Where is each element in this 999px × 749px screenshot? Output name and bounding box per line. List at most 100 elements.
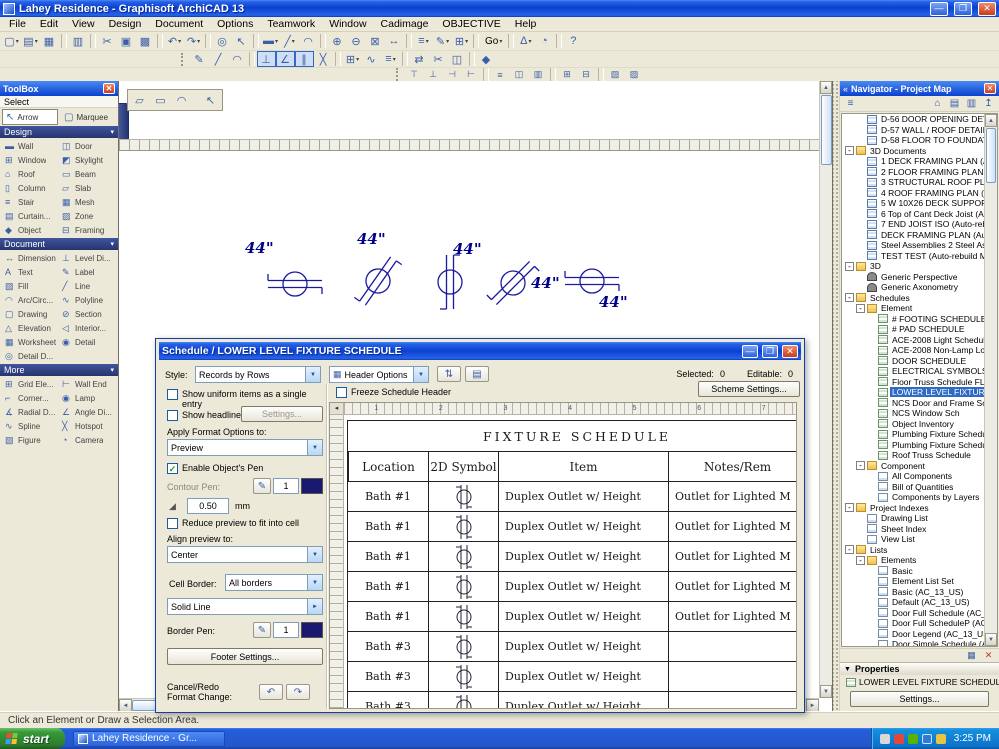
toolbox-tool[interactable]: ▨Zone (59, 209, 116, 223)
dialog-maximize-button[interactable]: ❐ (762, 345, 778, 358)
toolbox-tool[interactable]: ▭Beam (59, 167, 116, 181)
toolbox-tool[interactable]: ◩Skylight (59, 153, 116, 167)
toolbox-tool[interactable]: ▢Drawing (2, 307, 59, 321)
toolbox-tool[interactable]: ⊥Level Di... (59, 251, 116, 265)
maximize-button[interactable]: ❐ (954, 2, 972, 16)
toolbar-icon[interactable] (61, 34, 67, 48)
contour-pen-color-swatch[interactable] (301, 478, 323, 494)
arc-tool-icon[interactable]: ◠ (299, 33, 318, 49)
fill-icon[interactable]: ▨ (625, 69, 644, 81)
offset-icon[interactable]: ⇄ (410, 51, 429, 67)
style-select[interactable]: Records by Rows ▼ (195, 366, 321, 383)
tree-item[interactable]: Drawing List (842, 513, 984, 524)
tree-expander-icon[interactable]: - (856, 461, 865, 470)
toolbar-icon[interactable] (508, 34, 514, 48)
cut-icon[interactable]: ✂ (98, 33, 117, 49)
fit-in-window-icon[interactable]: ⊠ (366, 33, 385, 49)
grid-snap-icon[interactable]: ⊞▾ (452, 33, 471, 49)
border-pen-color-swatch[interactable] (301, 622, 323, 638)
toolbar-icon[interactable] (473, 34, 479, 48)
apply-format-select[interactable]: Preview ▼ (167, 439, 323, 456)
tree-item[interactable]: 5 W 10X26 DECK SUPPORT BEAM-TH (842, 198, 984, 209)
tree-item[interactable]: Steel Assemblies 2 Steel Assemblies (842, 240, 984, 251)
tree-item[interactable]: 6 Top of Cant Deck Joist (Auto-rebu (842, 209, 984, 220)
dialog-close-button[interactable]: ✕ (782, 345, 798, 358)
align-bottom-icon[interactable]: ⊥ (424, 69, 443, 81)
toolbox-tool[interactable]: ⊘Section (59, 307, 116, 321)
canvas-vertical-scrollbar[interactable]: ▲ ▼ (819, 81, 832, 698)
hatch-icon[interactable]: ▧ (606, 69, 625, 81)
freeze-header-checkbox[interactable]: Freeze Schedule Header (336, 387, 451, 398)
tree-item[interactable]: Door Simple Schedule (AC_13_ (842, 639, 984, 647)
toolbox-tool[interactable]: ▨Fill (2, 279, 59, 293)
toolbar-icon[interactable] (396, 68, 401, 81)
toolbox-tool[interactable]: △Elevation (2, 321, 59, 335)
new-tree-item-icon[interactable]: ▦ (964, 650, 979, 662)
tree-item[interactable]: - 3D (842, 261, 984, 272)
save-icon[interactable]: ▦ (40, 33, 59, 49)
print-preview-icon[interactable]: ▤ (465, 366, 489, 382)
toolbox-tool[interactable]: ▬Wall (2, 139, 59, 153)
dialog-title-bar[interactable]: Schedule / LOWER LEVEL FIXTURE SCHEDULE … (159, 342, 801, 360)
open-file-icon[interactable]: ▤▾ (21, 33, 40, 49)
tree-item[interactable]: - Element (842, 303, 984, 314)
print-icon[interactable]: ▥ (69, 33, 88, 49)
group-icon[interactable]: ⊞ (558, 69, 577, 81)
tree-item[interactable]: 7 END JOIST ISO (Auto-rebuild Mo (842, 219, 984, 230)
tree-item[interactable]: Generic Axonometry (842, 282, 984, 293)
toolbox-section-more[interactable]: More▾ (0, 364, 118, 376)
column-header[interactable]: Location (348, 452, 428, 481)
redo-format-icon[interactable]: ↷ (286, 684, 310, 700)
view-map-icon[interactable]: ▤ (946, 97, 963, 111)
publisher-icon[interactable]: ↥ (980, 97, 997, 111)
column-header[interactable]: 2D Symbol (428, 452, 498, 481)
tree-item[interactable]: D-56 DOOR OPENING DETAIL (Dra (842, 114, 984, 125)
menu-item[interactable]: Cadimage (374, 17, 436, 31)
project-chooser-icon[interactable]: ≡ (842, 97, 859, 111)
pan-icon[interactable]: ↔ (385, 33, 404, 49)
toolbox-tool[interactable]: ≡Stair (2, 195, 59, 209)
scroll-thumb[interactable] (986, 128, 996, 183)
draw-line-icon[interactable]: ╱ (209, 51, 228, 67)
tree-expander-icon[interactable]: - (856, 556, 865, 565)
tree-item[interactable]: Sheet Index (842, 524, 984, 535)
find-select-icon[interactable]: ◎ (213, 33, 232, 49)
pencil-icon[interactable]: ✎ (190, 51, 209, 67)
toolbar-icon[interactable] (335, 52, 341, 66)
table-row[interactable]: Bath #1 (348, 482, 797, 512)
align-left-icon[interactable]: ⊣ (443, 69, 462, 81)
toolbox-tool[interactable]: ⊢Wall End (59, 377, 116, 391)
toolbar-icon[interactable] (205, 34, 211, 48)
tree-item[interactable]: Basic (AC_13_US) (842, 587, 984, 598)
taskbar-task-button[interactable]: Lahey Residence - Gr... (73, 731, 225, 747)
toolbox-close-icon[interactable]: ✕ (103, 83, 115, 94)
menu-item[interactable]: Design (102, 17, 149, 31)
toolbar-icon[interactable] (402, 52, 408, 66)
tree-item[interactable]: 1 DECK FRAMING PLAN (Auto-rebui (842, 156, 984, 167)
close-button[interactable]: ✕ (978, 2, 996, 16)
menu-item[interactable]: OBJECTIVE (435, 17, 507, 31)
toolbox-tool[interactable]: ∿Spline (2, 419, 59, 433)
toolbar-icon[interactable] (556, 34, 562, 48)
toolbar-icon[interactable] (253, 34, 259, 48)
menu-item[interactable]: Document (148, 17, 210, 31)
pen-sets-icon[interactable]: ✎▾ (433, 33, 452, 49)
tree-item[interactable]: 2 FLOOR FRAMING PLAN (Auto-reb (842, 167, 984, 178)
table-row[interactable]: Bath #1 (348, 572, 797, 602)
tree-item[interactable]: LOWER LEVEL FIXTURE SCHE (842, 387, 984, 398)
marquee-tool[interactable]: ▢Marquee (60, 109, 116, 125)
scroll-left-icon[interactable]: ◄ (119, 699, 132, 711)
contour-pen-number-field[interactable] (273, 478, 299, 494)
toolbox-tool[interactable]: ⊟Framing (59, 223, 116, 237)
arrow-tool[interactable]: ↖Arrow (2, 109, 58, 125)
toolbar-icon[interactable] (550, 68, 556, 82)
header-options-select[interactable]: ▦ Header Options ▼ (329, 366, 429, 383)
table-row[interactable]: Bath #1 (348, 602, 797, 632)
navigator-title-bar[interactable]: « Navigator - Project Map ✕ (840, 81, 999, 96)
tree-item[interactable]: DOOR SCHEDULE (842, 356, 984, 367)
tree-expander-icon[interactable]: - (845, 293, 854, 302)
footer-settings-button[interactable]: Footer Settings... (167, 648, 323, 665)
toolbar-icon[interactable] (90, 34, 96, 48)
scroll-down-icon[interactable]: ▼ (820, 685, 832, 698)
tree-scrollbar[interactable]: ▲ ▼ (984, 114, 997, 646)
